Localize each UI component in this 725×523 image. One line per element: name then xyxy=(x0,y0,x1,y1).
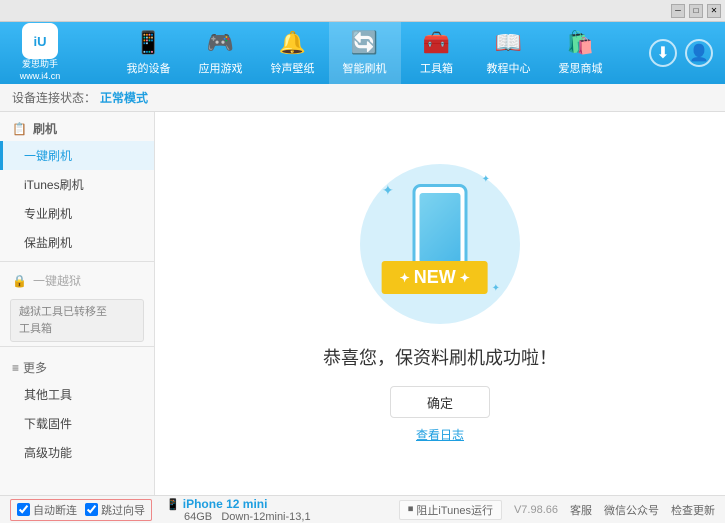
star-left-icon: ✦ xyxy=(400,271,410,285)
title-bar: ─ □ ✕ xyxy=(0,0,725,22)
stop-itunes-button[interactable]: ⏹ 阻止iTunes运行 xyxy=(399,500,502,520)
toolbox-icon: 🧰 xyxy=(423,30,450,56)
new-ribbon: ✦ NEW ✦ xyxy=(382,261,488,294)
auto-close-input[interactable] xyxy=(17,503,30,516)
check-update-link[interactable]: 检查更新 xyxy=(671,502,715,518)
sidebar-section-flash: 📋 刷机 xyxy=(0,112,154,141)
customer-service-link[interactable]: 客服 xyxy=(570,502,592,518)
sidebar-divider-1 xyxy=(0,261,154,262)
sparkle-1: ✦ xyxy=(382,182,394,199)
sidebar-item-pro-flash[interactable]: 专业刷机 xyxy=(0,199,154,228)
nav-items: 📱 我的设备 🎮 应用游戏 🔔 铃声壁纸 🔄 智能刷机 🧰 工具箱 📖 教程中心… xyxy=(80,22,649,84)
sidebar-item-download-firmware[interactable]: 下载固件 xyxy=(0,409,154,438)
sidebar-item-advanced[interactable]: 高级功能 xyxy=(0,438,154,467)
confirm-button[interactable]: 确定 xyxy=(390,386,490,418)
jailbreak-note: 越狱工具已转移至 工具箱 xyxy=(10,299,144,342)
device-model: Down-12mini-13,1 xyxy=(221,511,310,523)
bottom-bar: 自动断连 跳过向导 📱 iPhone 12 mini 64GB Down-12m… xyxy=(0,495,725,523)
sidebar-divider-2 xyxy=(0,346,154,347)
download-button[interactable]: ⬇ xyxy=(649,39,677,67)
bottom-right: ⏹ 阻止iTunes运行 V7.98.66 客服 微信公众号 检查更新 xyxy=(399,500,715,520)
nav-item-apps-games[interactable]: 🎮 应用游戏 xyxy=(185,22,257,84)
minimize-button[interactable]: ─ xyxy=(671,4,685,18)
auto-close-checkbox[interactable]: 自动断连 xyxy=(17,502,77,518)
wechat-public-link[interactable]: 微信公众号 xyxy=(604,502,659,518)
success-message: 恭喜您，保资料刷机成功啦！ xyxy=(323,344,557,370)
main-content: ✦ ✦ ✦ ✦ NEW ✦ 恭喜您，保资料刷机成功啦！ 确定 查看日志 xyxy=(155,112,725,495)
mall-icon: 🛍️ xyxy=(567,30,594,56)
status-bar: 设备连接状态： 正常模式 xyxy=(0,84,725,112)
phone-illustration: ✦ ✦ ✦ ✦ NEW ✦ xyxy=(360,164,520,324)
apps-icon: 🎮 xyxy=(207,30,234,56)
device-icon: 📱 xyxy=(166,499,180,511)
status-value: 正常模式 xyxy=(100,89,148,106)
nav-item-ringtones[interactable]: 🔔 铃声壁纸 xyxy=(257,22,329,84)
sparkle-3: ✦ xyxy=(492,283,500,294)
skip-wizard-input[interactable] xyxy=(85,503,98,516)
maximize-button[interactable]: □ xyxy=(689,4,703,18)
main-area: 📋 刷机 一键刷机 iTunes刷机 专业刷机 保盐刷机 🔒 一键越狱 越狱工具… xyxy=(0,112,725,495)
sidebar-item-other-tools[interactable]: 其他工具 xyxy=(0,380,154,409)
sidebar: 📋 刷机 一键刷机 iTunes刷机 专业刷机 保盐刷机 🔒 一键越狱 越狱工具… xyxy=(0,112,155,495)
logo-icon: iU xyxy=(22,23,58,59)
account-button[interactable]: 👤 xyxy=(685,39,713,67)
stop-icon: ⏹ xyxy=(408,503,414,516)
nav-right: ⬇ 👤 xyxy=(649,39,725,67)
device-info: 📱 iPhone 12 mini 64GB Down-12mini-13,1 xyxy=(166,497,311,523)
logo-text: 爱思助手 www.i4.cn xyxy=(20,59,61,82)
tutorial-icon: 📖 xyxy=(495,30,522,56)
flash-section-icon: 📋 xyxy=(12,122,27,136)
sidebar-section-more: ≡ 更多 xyxy=(0,351,154,380)
version-label: V7.98.66 xyxy=(514,504,558,516)
sidebar-item-one-click-flash[interactable]: 一键刷机 xyxy=(0,141,154,170)
flash-icon: 🔄 xyxy=(351,30,378,56)
device-icon: 📱 xyxy=(135,30,162,56)
lock-icon: 🔒 xyxy=(12,274,27,288)
top-nav: iU 爱思助手 www.i4.cn 📱 我的设备 🎮 应用游戏 🔔 铃声壁纸 🔄… xyxy=(0,22,725,84)
close-button[interactable]: ✕ xyxy=(707,4,721,18)
go-home-link[interactable]: 查看日志 xyxy=(416,426,464,443)
sidebar-section-jailbreak: 🔒 一键越狱 xyxy=(0,266,154,295)
sidebar-item-save-flash[interactable]: 保盐刷机 xyxy=(0,228,154,257)
new-text: NEW xyxy=(414,267,456,288)
sidebar-item-itunes-flash[interactable]: iTunes刷机 xyxy=(0,170,154,199)
device-name: iPhone 12 mini xyxy=(183,497,268,511)
bottom-left: 自动断连 跳过向导 📱 iPhone 12 mini 64GB Down-12m… xyxy=(10,497,391,523)
status-label: 设备连接状态： xyxy=(12,89,96,106)
device-storage: 64GB xyxy=(184,511,212,523)
nav-item-my-device[interactable]: 📱 我的设备 xyxy=(113,22,185,84)
nav-item-mall[interactable]: 🛍️ 爱思商城 xyxy=(545,22,617,84)
ringtone-icon: 🔔 xyxy=(279,30,306,56)
logo[interactable]: iU 爱思助手 www.i4.cn xyxy=(0,23,80,82)
nav-item-smart-flash[interactable]: 🔄 智能刷机 xyxy=(329,22,401,84)
sparkle-2: ✦ xyxy=(482,174,490,185)
more-icon: ≡ xyxy=(12,361,19,375)
skip-wizard-checkbox[interactable]: 跳过向导 xyxy=(85,502,145,518)
nav-item-tutorial[interactable]: 📖 教程中心 xyxy=(473,22,545,84)
phone-screen xyxy=(420,193,461,263)
star-right-icon: ✦ xyxy=(460,271,470,285)
nav-item-toolbox[interactable]: 🧰 工具箱 xyxy=(401,22,473,84)
window-controls: ─ □ ✕ xyxy=(671,4,721,18)
